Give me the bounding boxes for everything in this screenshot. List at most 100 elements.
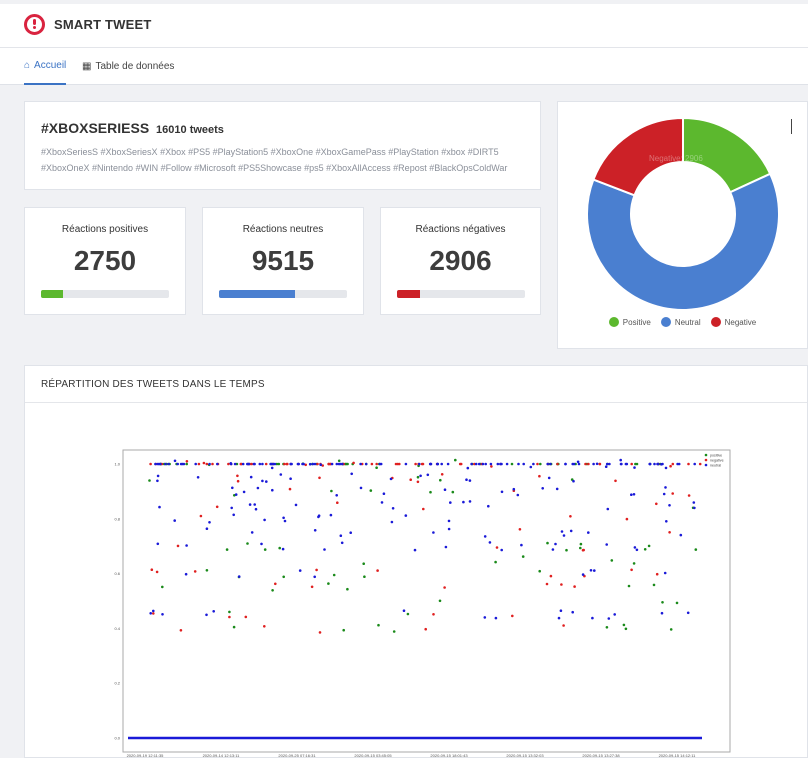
data-point-negative — [244, 615, 248, 619]
data-point-neutral — [608, 462, 611, 466]
data-point-neutral — [668, 504, 671, 507]
data-point-positive — [521, 555, 525, 558]
data-point-positive — [439, 478, 442, 482]
data-point-negative — [264, 462, 268, 466]
x-tick-label: 2020-09-15 14:12:11 — [659, 753, 697, 758]
data-point-positive — [282, 575, 286, 579]
data-point-neutral — [522, 462, 525, 466]
data-point-neutral — [591, 616, 594, 620]
legend-entry: neutral — [710, 463, 721, 467]
data-point-neutral — [440, 462, 444, 466]
legend-swatch — [710, 317, 721, 327]
data-point-neutral — [216, 462, 219, 466]
data-point-negative — [655, 502, 658, 506]
donut-chart[interactable]: Negative: 2906 — [558, 102, 808, 312]
home-icon: ⌂ — [24, 60, 31, 71]
data-point-neutral — [269, 462, 272, 466]
data-point-neutral — [447, 519, 451, 523]
data-point-neutral — [692, 501, 696, 504]
data-point-neutral — [242, 490, 246, 494]
data-point-neutral — [164, 462, 167, 466]
legend-item-negative[interactable]: Negative — [710, 317, 756, 327]
logo-bar — [33, 19, 36, 25]
y-tick-label: 0.0 — [114, 736, 120, 741]
hashtag-line: #XboxOneX #Nintendo #WIN #Follow #Micros… — [41, 163, 508, 173]
donut-card: Negative: 2906 Positive Neutral Negative — [557, 101, 808, 349]
data-point-neutral — [604, 465, 608, 468]
data-point-negative — [698, 462, 702, 466]
data-point-neutral — [560, 530, 564, 533]
legend-item-positive[interactable]: Positive — [608, 317, 651, 327]
donut-slice-neutral — [586, 172, 780, 311]
data-point-neutral — [605, 543, 608, 546]
data-point-negative — [549, 574, 553, 578]
data-point-neutral — [173, 519, 176, 522]
plot-frame — [122, 449, 731, 753]
data-point-neutral — [419, 474, 422, 478]
legend-item-neutral[interactable]: Neutral — [660, 317, 701, 327]
data-point-neutral — [335, 462, 339, 466]
data-point-neutral — [532, 462, 535, 466]
data-point-neutral — [263, 518, 266, 522]
data-point-positive — [694, 548, 698, 551]
data-point-negative — [179, 629, 183, 632]
data-point-positive — [579, 546, 582, 550]
data-point-positive — [330, 489, 333, 493]
tab-accueil[interactable]: ⌂ Accueil — [24, 48, 67, 85]
x-tick-label: 2020-09-15 13:27:38 — [582, 753, 620, 758]
data-point-neutral — [468, 479, 472, 482]
chart-menu-icon[interactable] — [791, 119, 792, 134]
data-point-negative — [518, 528, 522, 531]
hashtag-line: #XboxSeriesS #XboxSeriesX #Xbox #PS5 #Pl… — [41, 147, 499, 157]
stat-value: 2906 — [429, 245, 492, 276]
data-point-positive — [148, 479, 151, 482]
data-point-neutral — [297, 462, 301, 466]
data-point-negative — [150, 568, 154, 571]
data-point-positive — [406, 612, 410, 616]
data-point-neutral — [335, 494, 339, 497]
data-point-neutral — [270, 466, 274, 470]
data-point-neutral — [158, 505, 161, 509]
data-point-neutral — [484, 462, 488, 466]
data-point-neutral — [483, 535, 487, 538]
data-point-neutral — [660, 611, 664, 615]
data-point-neutral — [664, 466, 668, 470]
data-point-neutral — [625, 462, 629, 466]
data-point-neutral — [581, 573, 585, 576]
data-point-positive — [494, 560, 497, 564]
data-point-neutral — [520, 543, 523, 547]
top-strip — [0, 0, 808, 4]
data-point-positive — [342, 628, 346, 632]
data-point-neutral — [173, 459, 177, 463]
stat-card-positive: Réactions positives 2750 — [24, 207, 186, 315]
data-point-neutral — [564, 462, 567, 466]
data-point-neutral — [633, 546, 637, 549]
data-point-neutral — [339, 534, 343, 537]
data-point-neutral — [205, 613, 208, 617]
data-point-positive — [429, 490, 432, 494]
x-tick-label: 2020-09-25 07:16:31 — [278, 753, 316, 758]
data-point-neutral — [256, 486, 260, 490]
stat-label: Réactions neutres — [242, 224, 324, 235]
data-point-neutral — [196, 476, 200, 479]
data-point-neutral — [571, 610, 574, 614]
legend-swatch — [660, 317, 671, 327]
data-point-positive — [579, 542, 583, 546]
tab-table-donnees[interactable]: ▦ Table de données — [82, 48, 174, 85]
data-point-neutral — [665, 520, 668, 523]
logo-icon[interactable] — [24, 14, 45, 35]
data-point-positive — [228, 610, 231, 614]
progress-bar — [397, 290, 525, 298]
data-point-neutral — [231, 486, 234, 490]
data-point-negative — [318, 631, 322, 634]
data-point-neutral — [237, 575, 241, 578]
data-point-neutral — [350, 472, 354, 476]
data-point-neutral — [241, 462, 245, 466]
data-point-negative — [584, 462, 587, 466]
y-tick-label: 0.8 — [114, 516, 120, 521]
data-point-negative — [394, 462, 398, 466]
stat-label: Réactions négatives — [415, 224, 506, 235]
data-point-neutral — [283, 519, 287, 523]
data-point-neutral — [382, 492, 386, 495]
data-point-negative — [283, 462, 286, 466]
